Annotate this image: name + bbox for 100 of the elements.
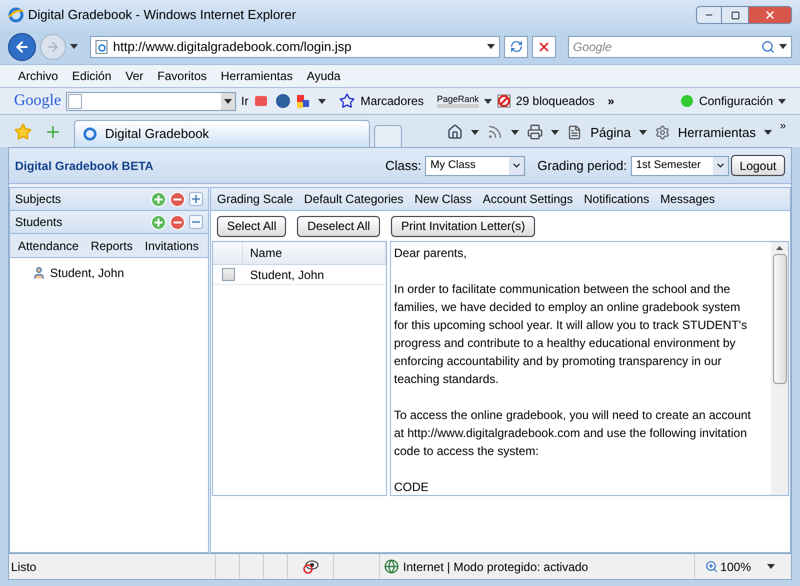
caret-icon bbox=[638, 130, 647, 135]
status-dot-icon bbox=[680, 94, 694, 108]
section-header[interactable]: Subjects bbox=[10, 188, 208, 211]
menu-item[interactable]: Herramientas bbox=[220, 67, 293, 85]
bookmark-star-icon[interactable] bbox=[339, 93, 356, 109]
table-cell-text: Student, John bbox=[249, 266, 324, 284]
address-field[interactable]: http://www.digitalgradebook.com/login.jsp bbox=[90, 36, 500, 58]
letter-paragraph: To access the online gradebook, you will need to create an account at http://www.digitalgradebook.com and use the following invitation code to access the system: bbox=[394, 407, 752, 460]
bookmarks-menu[interactable]: Marcadores bbox=[360, 92, 424, 110]
caret-icon bbox=[471, 130, 480, 135]
action-button[interactable]: Deselect All bbox=[297, 216, 380, 236]
status-text: Listo bbox=[10, 558, 38, 576]
app-title: Digital Gradebook BETA bbox=[15, 158, 154, 174]
period-select[interactable]: 1st Semester bbox=[631, 156, 729, 176]
section-header[interactable]: Students bbox=[10, 211, 208, 234]
sidebar-tab[interactable]: Reports bbox=[90, 236, 133, 254]
settings-menu[interactable]: Configuración bbox=[698, 92, 773, 110]
globe-icon bbox=[384, 559, 399, 574]
menu-item[interactable]: Archivo bbox=[18, 67, 58, 85]
home-icon[interactable] bbox=[447, 124, 464, 140]
tools-menu[interactable]: Herramientas bbox=[678, 122, 756, 142]
nav-link[interactable]: New Class bbox=[414, 190, 472, 208]
settings-icon bbox=[654, 124, 670, 140]
blocked-count[interactable]: 29 bloqueados bbox=[516, 92, 595, 110]
maximize-icon bbox=[730, 10, 740, 20]
class-select[interactable]: My Class bbox=[425, 156, 526, 176]
caret-icon bbox=[779, 44, 787, 49]
browser-tab[interactable]: Digital Gradebook bbox=[74, 120, 370, 147]
search-icon[interactable] bbox=[761, 40, 775, 54]
nav-link[interactable]: Default Categories bbox=[304, 190, 404, 208]
student-icon bbox=[32, 266, 46, 280]
caret-icon bbox=[224, 98, 232, 104]
letter-textarea[interactable] bbox=[390, 241, 789, 496]
search-field[interactable]: Google bbox=[568, 36, 792, 58]
nav-link[interactable]: Grading Scale bbox=[217, 190, 294, 208]
remove-icon[interactable] bbox=[170, 214, 185, 230]
google-logo: Google bbox=[14, 91, 62, 111]
stop-icon bbox=[537, 40, 551, 54]
window-title: Digital Gradebook - Windows Internet Explorer bbox=[28, 6, 296, 24]
caret-icon bbox=[778, 98, 786, 104]
go-button[interactable]: Ir bbox=[241, 92, 248, 110]
expand-icon[interactable] bbox=[189, 192, 203, 206]
caret-icon bbox=[551, 130, 560, 135]
feeds-icon[interactable] bbox=[487, 124, 504, 140]
letter-paragraph: CODE bbox=[394, 479, 430, 496]
refresh-icon bbox=[510, 40, 522, 53]
nav-link[interactable]: Account Settings bbox=[482, 190, 573, 208]
browser-logo-icon bbox=[8, 7, 24, 23]
page-icon bbox=[95, 40, 109, 54]
popup-blocker-icon bbox=[496, 94, 511, 108]
add-favorite-icon[interactable] bbox=[44, 123, 62, 141]
add-icon[interactable] bbox=[151, 192, 166, 206]
caret-icon bbox=[511, 130, 520, 135]
more-commands-button[interactable]: » bbox=[780, 118, 786, 134]
refresh-button[interactable] bbox=[504, 36, 528, 58]
zoom-icon[interactable] bbox=[705, 560, 718, 573]
menu-item[interactable]: Favoritos bbox=[157, 67, 207, 85]
class-label: Class: bbox=[385, 156, 422, 175]
forward-arrow-icon bbox=[46, 40, 60, 54]
search-input[interactable]: Google bbox=[573, 38, 757, 56]
page-menu[interactable]: Página bbox=[590, 122, 631, 142]
privacy-icon bbox=[302, 560, 318, 574]
scroll-up-icon[interactable] bbox=[776, 246, 783, 250]
add-icon[interactable] bbox=[151, 214, 166, 230]
caret-icon bbox=[487, 44, 495, 49]
pagerank-meter: PageRank bbox=[436, 94, 479, 108]
menu-item[interactable]: Ver bbox=[125, 67, 144, 85]
page-menu-icon bbox=[567, 124, 582, 140]
caret-icon bbox=[318, 98, 326, 104]
caret-icon bbox=[484, 98, 492, 104]
caret-icon bbox=[70, 44, 78, 49]
nav-link[interactable]: Notifications bbox=[584, 190, 650, 208]
print-icon[interactable] bbox=[527, 124, 544, 140]
sidebar-tab[interactable]: Attendance bbox=[18, 236, 79, 254]
letter-paragraph: In order to facilitate communication between the school and the families, we have decided to employ an online gradebook system for this upcoming school year. It will allow you to track STUDENT's progress and contribute to a healthy educational environment by enforcing accountability and by promoting transparency in our teaching standards. bbox=[394, 281, 748, 388]
menu-item[interactable]: Edición bbox=[72, 67, 112, 85]
zone-text: Internet | Modo protegido: activado bbox=[403, 558, 588, 576]
student-item[interactable]: Student, John bbox=[50, 264, 124, 282]
logout-button[interactable]: Logout bbox=[731, 155, 785, 176]
url-text: http://www.digitalgradebook.com/login.jsp bbox=[113, 38, 352, 56]
action-button[interactable]: Select All bbox=[217, 216, 286, 236]
google-search-field[interactable] bbox=[66, 92, 236, 110]
maximize-button[interactable] bbox=[722, 6, 748, 24]
caret-icon bbox=[764, 130, 772, 135]
row-checkbox[interactable] bbox=[222, 268, 234, 281]
sidebar-tab[interactable]: Invitations bbox=[144, 236, 199, 254]
remove-icon[interactable] bbox=[170, 192, 185, 206]
stop-button[interactable] bbox=[532, 36, 556, 58]
back-button[interactable] bbox=[8, 32, 36, 60]
zoom-level[interactable]: 100% bbox=[720, 558, 751, 576]
caret-icon bbox=[767, 564, 775, 569]
collapse-icon[interactable] bbox=[189, 215, 203, 229]
more-tools-button[interactable]: » bbox=[608, 92, 614, 110]
close-button[interactable] bbox=[748, 6, 792, 24]
menu-item[interactable]: Ayuda bbox=[306, 67, 341, 85]
action-button[interactable]: Print Invitation Letter(s) bbox=[391, 216, 536, 236]
letter-paragraph: Dear parents, bbox=[394, 245, 468, 262]
close-icon bbox=[764, 9, 776, 21]
scroll-thumb[interactable] bbox=[772, 254, 786, 384]
nav-link[interactable]: Messages bbox=[660, 190, 715, 208]
